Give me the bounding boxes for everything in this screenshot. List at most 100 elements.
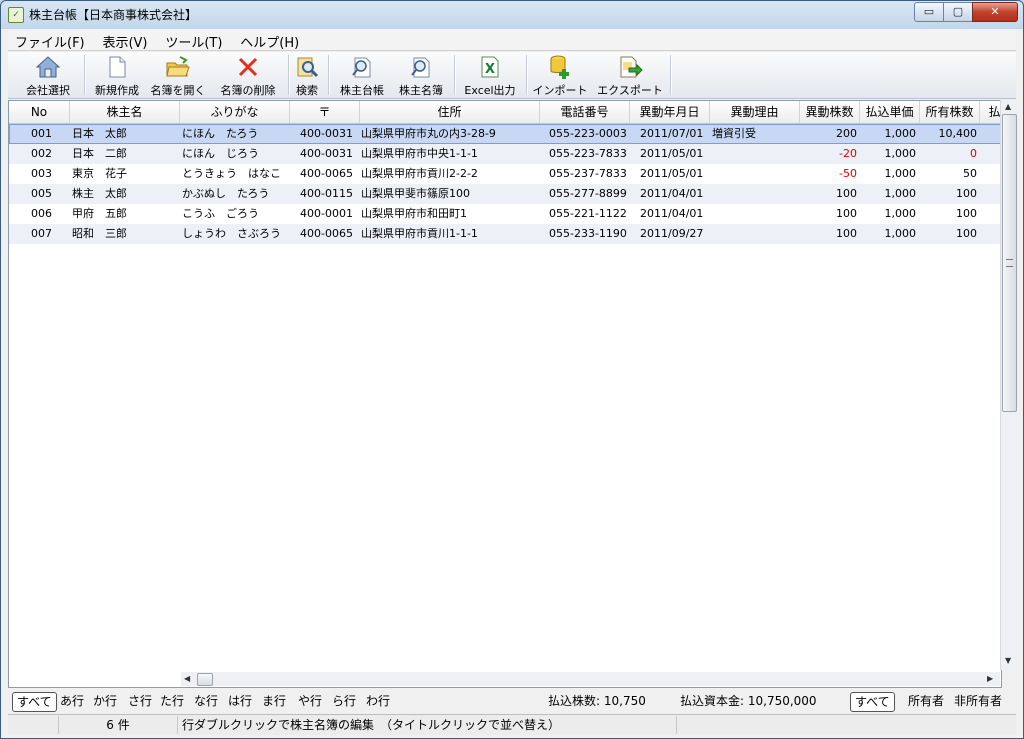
- database-add-icon: [550, 55, 569, 79]
- col-kana[interactable]: ふりがな: [180, 101, 290, 123]
- excel-export-button[interactable]: X Excel出力: [460, 54, 520, 97]
- open-list-button[interactable]: 名簿を開く: [150, 54, 206, 97]
- filter-sa[interactable]: さ行: [128, 692, 152, 710]
- owner-filter-all[interactable]: すべて: [850, 692, 895, 712]
- menu-file[interactable]: ファイル(F): [8, 30, 92, 51]
- owner-filter-non-owners[interactable]: 非所有者: [954, 692, 1002, 710]
- search-button[interactable]: 検索: [292, 54, 322, 97]
- export-button[interactable]: エクスポート: [592, 54, 668, 97]
- cell-name: 日本 太郎: [72, 127, 127, 140]
- vertical-scroll-thumb[interactable]: [1002, 114, 1017, 412]
- cell-price: 1,000: [884, 127, 917, 140]
- scroll-down-icon[interactable]: ▼: [1005, 656, 1011, 665]
- cell-kana: しょうわ さぶろう: [182, 227, 281, 240]
- cell-name: 昭和 三郎: [72, 227, 127, 240]
- col-address[interactable]: 住所: [360, 101, 540, 123]
- menu-tools[interactable]: ツール(T): [158, 30, 229, 51]
- cell-kana: にほん たろう: [182, 127, 259, 140]
- delete-list-label: 名簿の削除: [220, 84, 276, 97]
- title-bar[interactable]: ✓ 株主台帳【日本商事株式会社】 ▭ ▢ ✕: [1, 1, 1023, 29]
- horizontal-scrollbar[interactable]: ◀ ▶: [181, 672, 1000, 686]
- cell-price: 1,000: [884, 207, 917, 220]
- cell-kana: こうふ ごろう: [182, 207, 259, 220]
- window-title: 株主台帳【日本商事株式会社】: [29, 8, 198, 22]
- cell-owned: 100: [956, 187, 977, 200]
- filter-bar: すべて あ行 か行 さ行 た行 な行 は行 ま行 や行 ら行 わ行 払込株数: …: [8, 689, 1016, 713]
- cell-address: 山梨県甲府市貢川2-2-2: [361, 167, 478, 180]
- house-icon: [35, 56, 61, 78]
- delete-list-button[interactable]: 名簿の削除: [212, 54, 284, 97]
- col-paid-more[interactable]: 払: [980, 101, 1001, 123]
- minimize-button[interactable]: ▭: [914, 2, 944, 22]
- scroll-up-icon[interactable]: ▲: [1005, 102, 1011, 111]
- cell-phone: 055-237-7833: [549, 167, 627, 180]
- cell-phone: 055-233-1190: [549, 227, 627, 240]
- table-row[interactable]: 006 甲府 五郎 こうふ ごろう 400-0001 山梨県甲府市和田町1 055-221…: [9, 204, 1001, 224]
- table-row[interactable]: 007 昭和 三郎 しょうわ さぶろう 400-0065 山梨県甲府市貢川1-1-1 05…: [9, 224, 1001, 244]
- cell-reason: 増資引受: [712, 127, 756, 140]
- col-reason[interactable]: 異動理由: [710, 101, 800, 123]
- filter-ka[interactable]: か行: [93, 692, 117, 710]
- filter-na[interactable]: な行: [194, 692, 218, 710]
- toolbar: 会社選択 新規作成 名簿を開く 名簿の削除 検索 株主台帳 株主名簿 X Exc…: [8, 52, 1016, 99]
- cell-owned: 10,400: [938, 127, 978, 140]
- filter-all[interactable]: すべて: [12, 692, 57, 712]
- cell-address: 山梨県甲府市貢川1-1-1: [361, 227, 478, 240]
- cell-zip: 400-0031: [300, 127, 353, 140]
- cell-kana: かぶぬし たろう: [182, 187, 270, 200]
- col-name[interactable]: 株主名: [70, 101, 180, 123]
- table-row[interactable]: 002 日本 二郎 にほん じろう 400-0031 山梨県甲府市中央1-1-1 055-…: [9, 144, 1001, 164]
- main-window: ✓ 株主台帳【日本商事株式会社】 ▭ ▢ ✕ ファイル(F) 表示(V) ツール…: [0, 0, 1024, 739]
- menu-help[interactable]: ヘルプ(H): [233, 30, 306, 51]
- filter-ya[interactable]: や行: [298, 692, 322, 710]
- export-label: エクスポート: [597, 84, 663, 97]
- col-change[interactable]: 異動株数: [800, 101, 860, 123]
- col-phone[interactable]: 電話番号: [540, 101, 630, 123]
- table-row[interactable]: 003 東京 花子 とうきょう はなこ 400-0065 山梨県甲府市貢川2-2-2 05…: [9, 164, 1001, 184]
- cell-address: 山梨県甲府市和田町1: [361, 207, 467, 220]
- filter-ta[interactable]: た行: [160, 692, 184, 710]
- cell-zip: 400-0115: [300, 187, 353, 200]
- menu-view[interactable]: 表示(V): [95, 30, 154, 51]
- table-row[interactable]: 001 日本 太郎 にほん たろう 400-0031 山梨県甲府市丸の内3-28-9 05…: [9, 124, 1001, 144]
- cell-reason: [712, 144, 798, 164]
- svg-text:X: X: [485, 62, 495, 77]
- filter-wa[interactable]: わ行: [366, 692, 390, 710]
- col-owned[interactable]: 所有株数: [920, 101, 980, 123]
- cell-zip: 400-0065: [300, 167, 353, 180]
- cell-change: 100: [836, 227, 857, 240]
- filter-ha[interactable]: は行: [228, 692, 252, 710]
- cell-name: 甲府 五郎: [72, 207, 127, 220]
- filter-ra[interactable]: ら行: [332, 692, 356, 710]
- record-count: 6 件: [59, 716, 178, 734]
- select-company-button[interactable]: 会社選択: [18, 54, 78, 97]
- scroll-right-icon[interactable]: ▶: [987, 674, 993, 683]
- maximize-button[interactable]: ▢: [943, 2, 973, 22]
- excel-export-label: Excel出力: [464, 84, 516, 97]
- paid-shares-total: 払込株数: 10,750: [548, 694, 646, 708]
- shareholder-list-button[interactable]: 株主名簿: [394, 54, 448, 97]
- owner-filter-owners[interactable]: 所有者: [908, 692, 944, 710]
- shareholder-ledger-button[interactable]: 株主台帳: [336, 54, 388, 97]
- cell-zip: 400-0065: [300, 227, 353, 240]
- horizontal-scroll-thumb[interactable]: [197, 673, 213, 686]
- import-label: インポート: [532, 84, 588, 97]
- filter-ma[interactable]: ま行: [262, 692, 286, 710]
- col-price[interactable]: 払込単価: [860, 101, 920, 123]
- cell-price: 1,000: [884, 147, 917, 160]
- vertical-scrollbar[interactable]: ▲ ▼: [1000, 100, 1017, 670]
- import-button[interactable]: インポート: [532, 54, 588, 97]
- scroll-left-icon[interactable]: ◀: [184, 674, 190, 683]
- close-button[interactable]: ✕: [972, 2, 1018, 22]
- cell-kana: にほん じろう: [182, 147, 259, 160]
- col-date[interactable]: 異動年月日: [630, 101, 710, 123]
- filter-a[interactable]: あ行: [60, 692, 84, 710]
- cell-no: 001: [31, 127, 52, 140]
- magnifier-document-icon: [352, 57, 371, 78]
- col-zip[interactable]: 〒: [290, 101, 360, 123]
- col-no[interactable]: No: [9, 101, 70, 123]
- open-folder-icon: [166, 56, 190, 77]
- new-button[interactable]: 新規作成: [90, 54, 144, 97]
- cell-change: 200: [836, 127, 857, 140]
- table-row[interactable]: 005 株主 太郎 かぶぬし たろう 400-0115 山梨県甲斐市篠原100 055-2…: [9, 184, 1001, 204]
